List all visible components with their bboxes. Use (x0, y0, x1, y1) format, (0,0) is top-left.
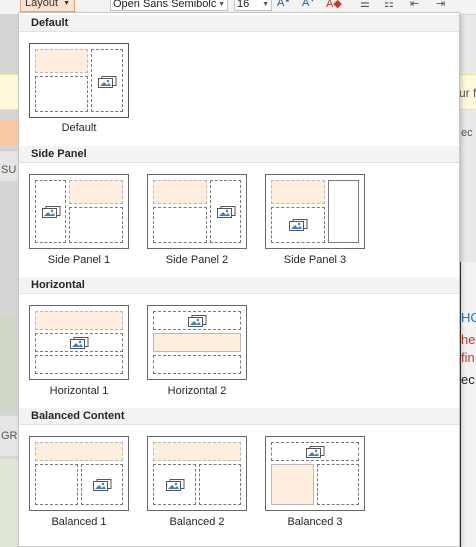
text-placeholder (35, 49, 88, 73)
text-placeholder (271, 180, 325, 204)
section-header-horizontal: Horizontal (19, 277, 459, 294)
doc-fragment: he (461, 332, 476, 347)
layout-button[interactable]: Layout ▼ (20, 0, 76, 12)
content-placeholder (153, 355, 241, 374)
numbering-icon[interactable]: ☷ (384, 0, 394, 10)
layout-label: Balanced 3 (287, 516, 343, 528)
layout-label: Horizontal 1 (49, 385, 109, 397)
text-placeholder (35, 442, 123, 461)
image-placeholder (35, 180, 66, 243)
section-header-side-panel: Side Panel (19, 146, 459, 163)
content-placeholder (35, 464, 78, 505)
section-header-balanced-content: Balanced Content (19, 408, 459, 425)
layout-balanced-2[interactable] (147, 436, 247, 511)
layout-side-panel-3[interactable] (265, 174, 365, 249)
image-placeholder (210, 180, 241, 243)
doc-fragment: ec (461, 372, 475, 387)
image-placeholder (271, 207, 325, 243)
layout-horizontal-2[interactable] (147, 305, 247, 380)
image-placeholder (153, 464, 196, 505)
text-placeholder (35, 311, 123, 330)
content-placeholder (199, 464, 241, 505)
section-label: SU (1, 164, 17, 176)
layout-default[interactable] (29, 43, 129, 118)
font-family-value: Open Sans Semibolc (113, 0, 217, 10)
layout-label: Default (61, 122, 97, 134)
slide-thumbnail[interactable] (0, 459, 18, 547)
text-placeholder (153, 333, 241, 352)
layout-label: Horizontal 2 (167, 385, 227, 397)
indent-icon[interactable]: ⇥ (436, 0, 445, 10)
image-icon (217, 206, 236, 218)
layout-horizontal-1[interactable] (29, 305, 129, 380)
image-icon (188, 315, 207, 327)
section-label: GR (1, 430, 18, 442)
text-placeholder (153, 442, 241, 461)
content-placeholder (69, 207, 123, 243)
chevron-down-icon: ▼ (262, 1, 269, 8)
shrink-font-icon[interactable]: A▼ (302, 0, 315, 9)
outdent-icon[interactable]: ⇤ (410, 0, 419, 10)
text-placeholder (271, 464, 314, 505)
image-icon (93, 479, 112, 491)
layout-label: Balanced 2 (169, 516, 225, 528)
section-header-default: Default (19, 15, 459, 32)
side-panel-placeholder (328, 180, 359, 243)
text-placeholder (153, 180, 207, 204)
layout-balanced-3[interactable] (265, 436, 365, 511)
image-placeholder (35, 333, 123, 352)
image-icon (98, 76, 117, 88)
layout-label: Side Panel 1 (47, 254, 111, 266)
layout-gallery-menu: Default Default Side Panel Side Panel 1 … (18, 12, 460, 547)
image-icon (306, 446, 325, 458)
chevron-down-icon: ▼ (218, 1, 225, 8)
content-placeholder (153, 207, 207, 243)
image-placeholder (81, 464, 123, 505)
font-family-select[interactable]: Open Sans Semibolc ▼ (110, 0, 228, 11)
ribbon-fragment: ec (461, 127, 473, 139)
font-size-value: 16 (237, 0, 250, 10)
content-placeholder (35, 355, 123, 374)
doc-fragment: fin (461, 350, 475, 365)
bullets-icon[interactable]: ☰ (360, 0, 370, 10)
layout-balanced-1[interactable] (29, 436, 129, 511)
layout-side-panel-2[interactable] (147, 174, 247, 249)
notification-text: ur f (459, 86, 476, 100)
layout-side-panel-1[interactable] (29, 174, 129, 249)
doc-fragment: HC (461, 310, 476, 325)
image-icon (70, 337, 89, 349)
image-icon (166, 479, 185, 491)
text-placeholder (69, 180, 123, 204)
image-placeholder (271, 442, 359, 461)
slide-tab[interactable] (0, 120, 18, 146)
grow-font-icon[interactable]: A▲ (277, 0, 290, 9)
chevron-down-icon: ▼ (63, 0, 71, 7)
clear-format-icon[interactable]: A◆ (326, 0, 342, 10)
image-placeholder (153, 311, 241, 330)
slide-thumbnail[interactable] (0, 316, 18, 412)
image-placeholder (91, 49, 123, 112)
layout-label: Balanced 1 (51, 516, 107, 528)
content-placeholder (317, 464, 359, 505)
font-size-select[interactable]: 16 ▼ (234, 0, 272, 11)
image-icon (289, 219, 308, 231)
image-icon (42, 206, 61, 218)
layout-label: Side Panel 3 (283, 254, 347, 266)
layout-label: Side Panel 2 (165, 254, 229, 266)
document-preview: HC he fin ec (460, 262, 476, 547)
content-placeholder (35, 76, 88, 112)
layout-button-label: Layout (25, 0, 59, 9)
